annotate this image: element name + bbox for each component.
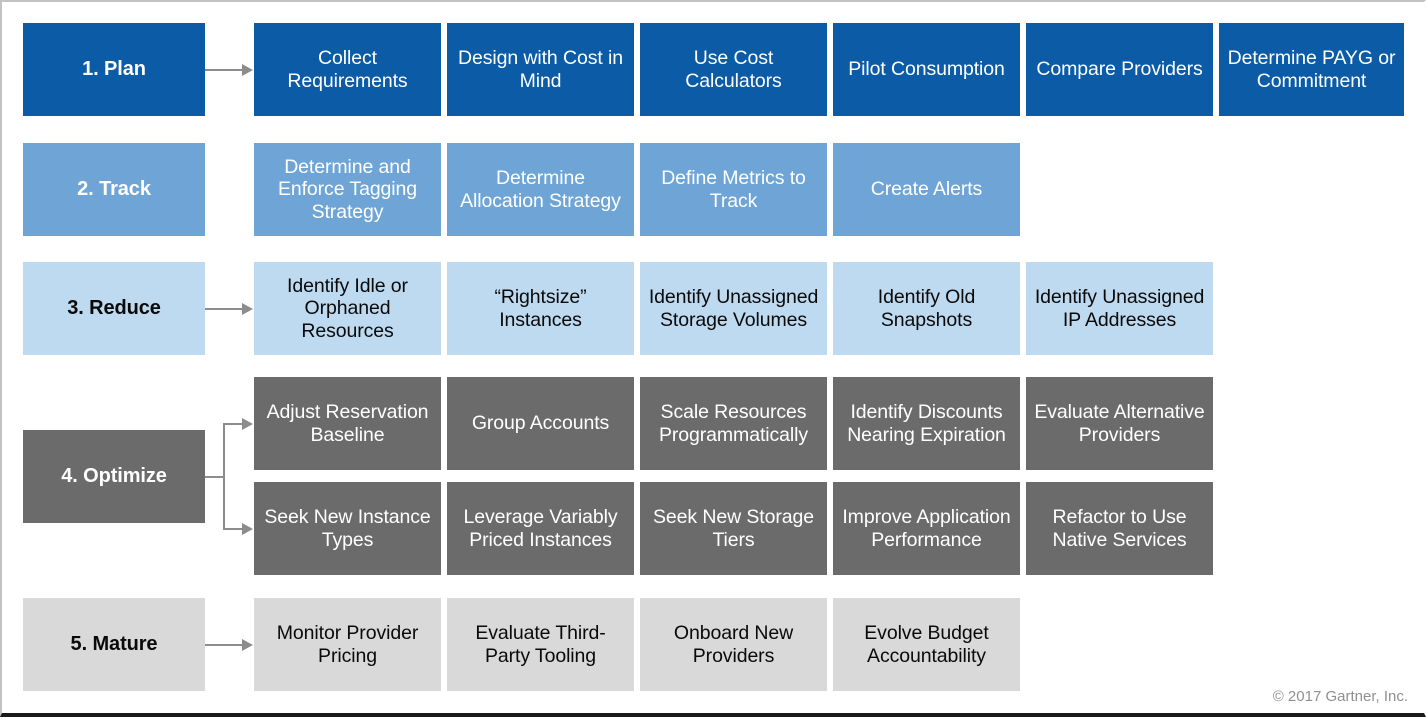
step-card-reduce-1[interactable]: Identify Idle or Orphaned Resources: [254, 262, 441, 355]
step-card-reduce-5[interactable]: Identify Unassigned IP Addresses: [1026, 262, 1213, 355]
step-card-plan-1[interactable]: Collect Requirements: [254, 23, 441, 116]
step-card-plan-4[interactable]: Pilot Consumption: [833, 23, 1020, 116]
stage-label-mature[interactable]: 5. Mature: [23, 598, 205, 691]
step-card-plan-6[interactable]: Determine PAYG or Commitment: [1219, 23, 1404, 116]
cloud-cost-framework-diagram: 1. Plan Collect Requirements Design with C…: [2, 2, 1424, 713]
step-card-plan-3[interactable]: Use Cost Calculators: [640, 23, 827, 116]
step-card-reduce-4[interactable]: Identify Old Snapshots: [833, 262, 1020, 355]
step-card-track-2[interactable]: Determine Allocation Strategy: [447, 143, 634, 236]
step-card-optimize-bottom-1[interactable]: Seek New Instance Types: [254, 482, 441, 575]
arrow-head-optimize-top: [242, 417, 253, 430]
step-card-optimize-top-5[interactable]: Evaluate Alternative Providers: [1026, 377, 1213, 470]
stage-label-optimize[interactable]: 4. Optimize: [23, 430, 205, 523]
connector-line-plan: [205, 68, 243, 71]
arrow-head-reduce: [242, 302, 253, 315]
arrow-head-optimize-bottom: [242, 522, 253, 535]
step-card-optimize-bottom-4[interactable]: Improve Application Performance: [833, 482, 1020, 575]
connector-stem-optimize: [205, 475, 225, 478]
stage-label-plan[interactable]: 1. Plan: [23, 23, 205, 116]
step-card-track-4[interactable]: Create Alerts: [833, 143, 1020, 236]
step-card-optimize-top-4[interactable]: Identify Discounts Nearing Expiration: [833, 377, 1020, 470]
connector-branch-optimize-bottom: [225, 527, 243, 530]
stage-label-reduce[interactable]: 3. Reduce: [23, 262, 205, 355]
step-card-optimize-bottom-5[interactable]: Refactor to Use Native Services: [1026, 482, 1213, 575]
step-card-optimize-bottom-3[interactable]: Seek New Storage Tiers: [640, 482, 827, 575]
step-card-reduce-3[interactable]: Identify Unassigned Storage Volumes: [640, 262, 827, 355]
step-card-optimize-bottom-2[interactable]: Leverage Variably Priced Instances: [447, 482, 634, 575]
step-card-optimize-top-3[interactable]: Scale Resources Programmatically: [640, 377, 827, 470]
step-card-mature-3[interactable]: Onboard New Providers: [640, 598, 827, 691]
connector-riser-optimize: [223, 422, 225, 530]
step-card-plan-2[interactable]: Design with Cost in Mind: [447, 23, 634, 116]
connector-line-mature: [205, 643, 243, 646]
stage-label-track[interactable]: 2. Track: [23, 143, 205, 236]
step-card-mature-4[interactable]: Evolve Budget Accountability: [833, 598, 1020, 691]
step-card-track-3[interactable]: Define Metrics to Track: [640, 143, 827, 236]
step-card-mature-2[interactable]: Evaluate Third-Party Tooling: [447, 598, 634, 691]
step-card-reduce-2[interactable]: “Rightsize” Instances: [447, 262, 634, 355]
step-card-mature-1[interactable]: Monitor Provider Pricing: [254, 598, 441, 691]
arrow-head-plan: [242, 63, 253, 76]
diagram-canvas: 1. Plan Collect Requirements Design with C…: [0, 0, 1426, 717]
step-card-optimize-top-2[interactable]: Group Accounts: [447, 377, 634, 470]
step-card-plan-5[interactable]: Compare Providers: [1026, 23, 1213, 116]
connector-branch-optimize-top: [225, 422, 243, 425]
arrow-head-mature: [242, 638, 253, 651]
step-card-track-1[interactable]: Determine and Enforce Tagging Strategy: [254, 143, 441, 236]
step-card-optimize-top-1[interactable]: Adjust Reservation Baseline: [254, 377, 441, 470]
connector-line-reduce: [205, 307, 243, 310]
copyright-notice: © 2017 Gartner, Inc.: [1272, 688, 1408, 705]
